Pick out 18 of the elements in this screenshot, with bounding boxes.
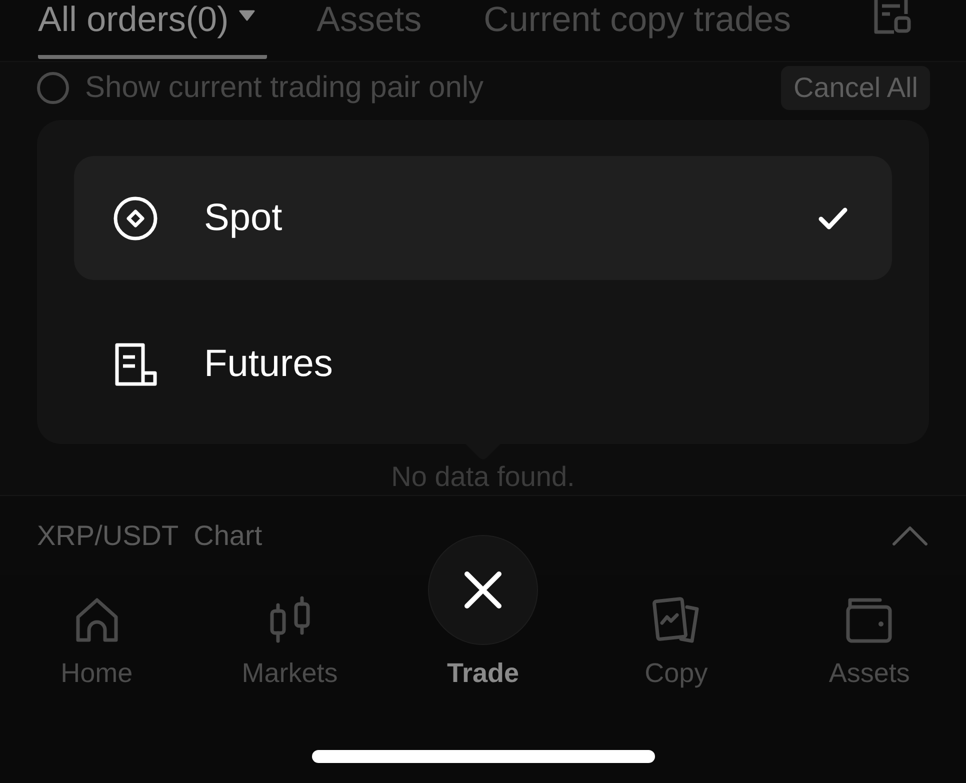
document-icon[interactable] — [872, 0, 912, 34]
nav-item[interactable]: Home — [60, 595, 133, 689]
filter-label: Show current trading pair only — [85, 71, 484, 105]
menu-item[interactable]: Futures — [74, 302, 892, 426]
menu-item[interactable]: Spot — [74, 156, 892, 280]
cancel-all-button[interactable]: Cancel All — [781, 66, 930, 110]
check-icon — [818, 206, 848, 230]
nav-item[interactable]: Assets — [828, 595, 910, 689]
chart-title: XRP/USDT Chart — [37, 520, 262, 552]
tab[interactable]: Current copy trades — [484, 0, 804, 59]
nav-item[interactable]: Copy — [644, 595, 708, 689]
cards-icon — [651, 595, 702, 645]
nav-item[interactable]: Trade — [428, 535, 538, 689]
chevron-up-icon[interactable] — [892, 526, 928, 546]
nav-item[interactable]: Markets — [242, 595, 338, 689]
document-icon — [113, 342, 158, 386]
tab[interactable]: Assets — [316, 0, 434, 59]
radio-button[interactable] — [37, 72, 69, 104]
